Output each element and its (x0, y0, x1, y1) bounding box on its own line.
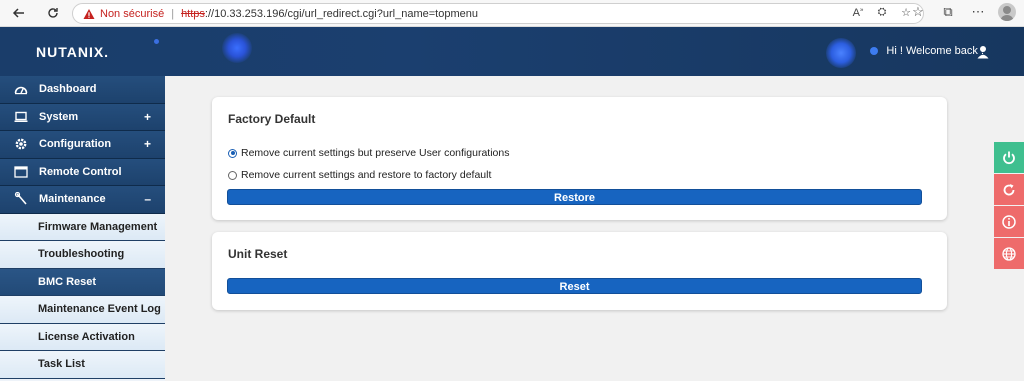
option-label: Remove current settings and restore to f… (241, 169, 492, 181)
immersive-reader-icon[interactable]: ⛭ (873, 6, 891, 19)
welcome-text: Hi ! Welcome back ! (886, 45, 984, 57)
decorative-glow (222, 33, 252, 63)
sidebar-item-maintenance[interactable]: Maintenance – (0, 186, 165, 214)
sidebar-item-bmc-reset[interactable]: BMC Reset (0, 268, 165, 296)
user-icon[interactable] (977, 45, 989, 59)
radio-button[interactable] (228, 170, 237, 180)
warning-icon (83, 8, 95, 20)
panel-title: Factory Default (228, 112, 316, 126)
favorites-icon[interactable]: ☆ (908, 4, 928, 20)
profile-avatar[interactable] (998, 3, 1016, 21)
sidebar-item-task-list[interactable]: Task List (0, 351, 165, 379)
reload-icon[interactable] (40, 0, 66, 27)
nutanix-logo: NUTANIX. (36, 44, 110, 60)
reset-icon[interactable] (994, 174, 1024, 205)
sidebar-item-configuration[interactable]: Configuration + (0, 131, 165, 159)
address-bar-tools: A» ⛭ ☆ (849, 6, 915, 19)
decorative-glow (826, 38, 856, 68)
url-path: ://10.33.253.196/cgi/url_redirect.cgi?ur… (204, 7, 478, 20)
info-icon[interactable] (994, 206, 1024, 237)
preserve-user-config-option[interactable]: Remove current settings but preserve Use… (228, 147, 509, 159)
collapse-icon[interactable]: – (144, 192, 151, 206)
wrench-icon (14, 192, 28, 206)
sidebar-item-remote-control[interactable]: Remote Control (0, 158, 165, 186)
sidebar-item-system[interactable]: System + (0, 103, 165, 131)
unit-reset-panel: Unit Reset Reset (212, 232, 947, 310)
sidebar-item-label: Maintenance (39, 193, 106, 206)
monitor-icon (14, 165, 28, 179)
sidebar-item-maintenance-event-log[interactable]: Maintenance Event Log (0, 296, 165, 324)
url-scheme: https (181, 7, 205, 20)
insecure-label: Non sécurisé (100, 7, 165, 20)
welcome-message: Hi ! Welcome back ! (870, 45, 984, 57)
app-header: NUTANIX. Hi ! Welcome back ! (0, 27, 1024, 76)
dashboard-icon (14, 82, 28, 96)
sidebar-item-label: System (39, 110, 79, 123)
panel-title: Unit Reset (228, 247, 288, 261)
browser-tools: ☆ ⧉ ⋯ (908, 3, 1016, 21)
expand-icon[interactable]: + (144, 137, 151, 151)
reset-button[interactable]: Reset (227, 278, 922, 294)
laptop-icon (14, 110, 28, 124)
expand-icon[interactable]: + (144, 110, 151, 124)
more-icon[interactable]: ⋯ (968, 4, 988, 20)
radio-button-selected[interactable] (228, 148, 237, 158)
sidebar-item-troubleshooting[interactable]: Troubleshooting (0, 241, 165, 269)
factory-default-panel: Factory Default Remove current settings … (212, 97, 947, 220)
globe-icon[interactable] (994, 238, 1024, 269)
gear-icon (14, 137, 28, 151)
sidebar-item-label: Dashboard (39, 83, 97, 96)
status-dot (870, 47, 879, 55)
back-icon[interactable] (6, 0, 32, 27)
sidebar-item-firmware-management[interactable]: Firmware Management (0, 213, 165, 241)
restore-button[interactable]: Restore (227, 189, 922, 205)
sidebar-item-label: Remote Control (39, 165, 122, 178)
power-icon[interactable] (994, 142, 1024, 173)
browser-toolbar: Non sécurisé | https ://10.33.253.196/cg… (0, 0, 1024, 27)
decorative-dot (154, 39, 159, 44)
address-bar[interactable]: Non sécurisé | https ://10.33.253.196/cg… (72, 3, 924, 24)
sidebar-item-license-activation[interactable]: License Activation (0, 323, 165, 351)
sidebar: Dashboard System + Configuration + Remot… (0, 76, 165, 381)
url-separator: | (171, 7, 175, 20)
read-aloud-icon[interactable]: A» (849, 7, 867, 19)
collections-icon[interactable]: ⧉ (938, 4, 958, 20)
restore-factory-default-option[interactable]: Remove current settings and restore to f… (228, 169, 491, 181)
sidebar-item-label: Configuration (39, 138, 112, 151)
quick-actions (994, 142, 1024, 270)
sidebar-item-dashboard[interactable]: Dashboard (0, 76, 165, 104)
option-label: Remove current settings but preserve Use… (241, 147, 510, 159)
